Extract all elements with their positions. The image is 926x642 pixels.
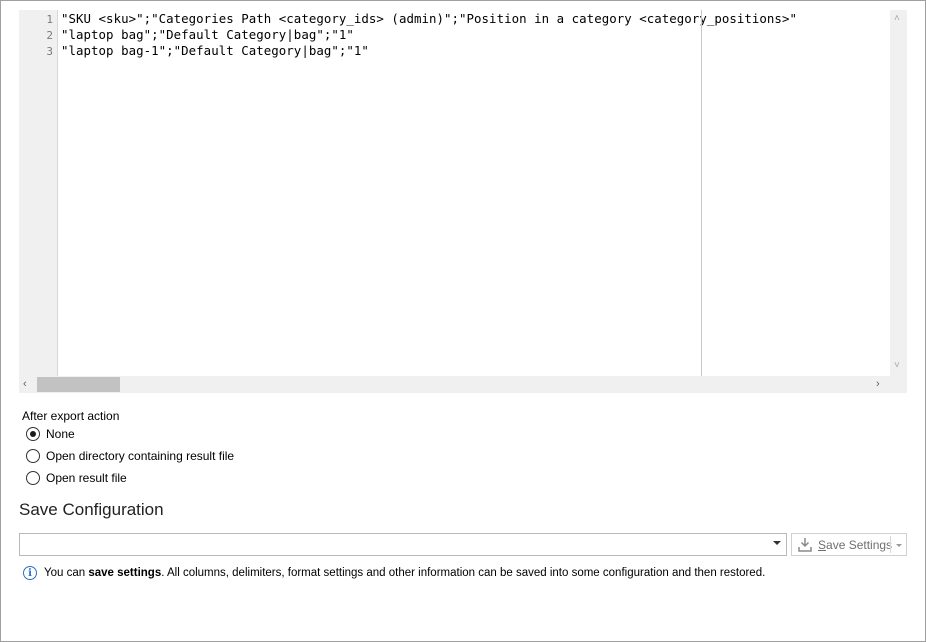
code-line: "laptop bag";"Default Category|bag";"1" — [61, 27, 354, 42]
scroll-down-icon[interactable]: ˅ — [894, 361, 900, 371]
line-number: 2 — [46, 29, 53, 42]
chevron-down-icon[interactable] — [896, 544, 902, 547]
line-number: 1 — [46, 13, 53, 26]
horizontal-scroll-thumb[interactable] — [37, 377, 120, 392]
chevron-down-icon[interactable] — [773, 541, 781, 545]
vertical-scrollbar[interactable]: ˄ ˅ — [890, 10, 907, 376]
radio-open-result-file[interactable]: Open result file — [26, 470, 127, 486]
hint-text: You can save settings. All columns, deli… — [44, 567, 766, 579]
save-settings-label: Save Settings — [818, 537, 893, 552]
line-number-gutter: 1 2 3 — [19, 10, 58, 376]
line-number: 3 — [46, 45, 53, 58]
csv-preview-editor[interactable]: 1 2 3 "SKU <sku>";"Categories Path <cate… — [19, 10, 907, 393]
radio-checked-icon[interactable] — [26, 427, 40, 441]
radio-open-directory[interactable]: Open directory containing result file — [26, 448, 234, 464]
save-configuration-title: Save Configuration — [19, 500, 164, 519]
right-margin-guide — [701, 10, 702, 376]
save-settings-hint: i You can save settings. All columns, de… — [23, 566, 765, 580]
scroll-up-icon[interactable]: ˄ — [894, 14, 900, 24]
code-line: "laptop bag-1";"Default Category|bag";"1… — [61, 43, 369, 58]
radio-label: None — [46, 427, 75, 441]
radio-unchecked-icon[interactable] — [26, 471, 40, 485]
configuration-combobox[interactable] — [19, 533, 787, 556]
horizontal-scrollbar[interactable]: ‹ › — [19, 376, 890, 393]
download-save-icon — [797, 537, 813, 553]
scroll-left-icon[interactable]: ‹ — [23, 378, 27, 390]
save-settings-button[interactable]: Save Settings — [791, 533, 907, 556]
code-line: "SKU <sku>";"Categories Path <category_i… — [61, 11, 797, 26]
scroll-right-icon[interactable]: › — [876, 378, 880, 390]
after-export-label: After export action — [22, 409, 120, 423]
radio-none[interactable]: None — [26, 426, 75, 442]
split-divider — [890, 536, 891, 553]
radio-label: Open directory containing result file — [46, 449, 235, 463]
scrollbar-corner — [890, 376, 907, 393]
info-icon: i — [23, 566, 37, 580]
radio-label: Open result file — [46, 471, 127, 485]
radio-unchecked-icon[interactable] — [26, 449, 40, 463]
